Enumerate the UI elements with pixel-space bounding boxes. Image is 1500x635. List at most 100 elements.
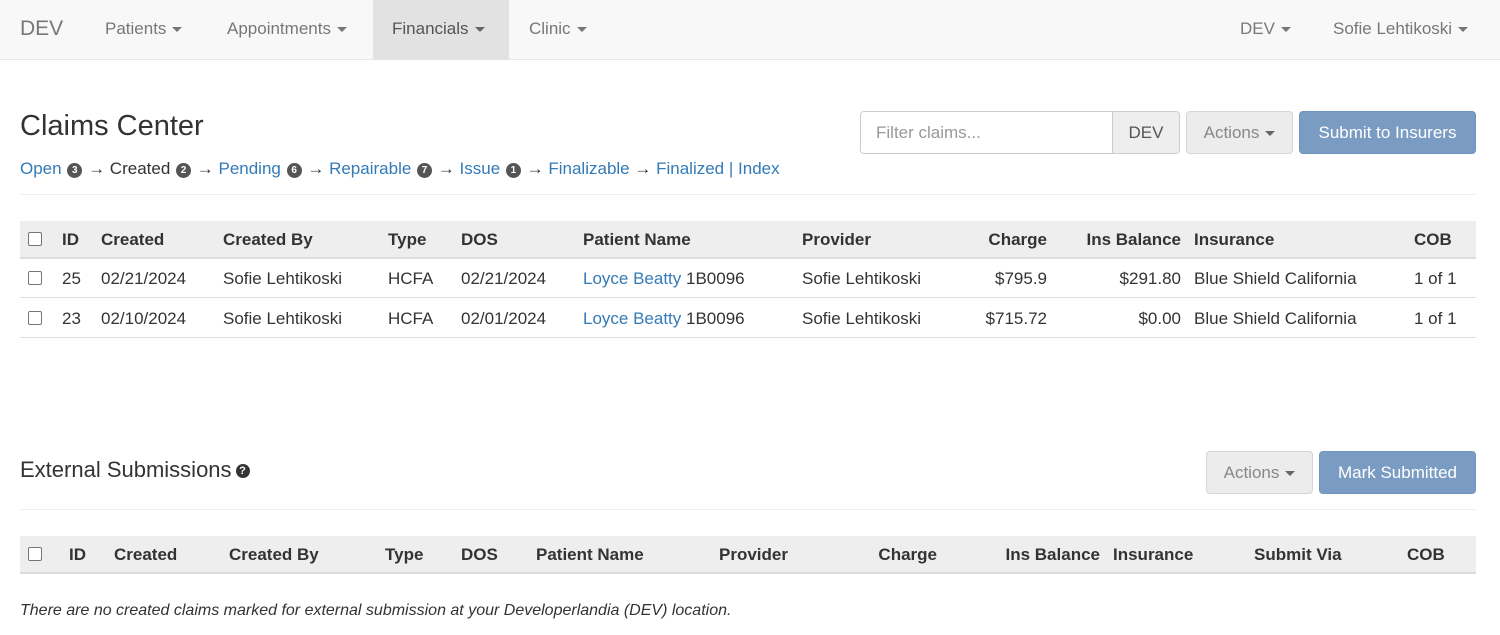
row-checkbox[interactable] xyxy=(28,311,42,325)
pipeline-finalizable-link[interactable]: Finalizable xyxy=(548,159,629,178)
select-all-checkbox[interactable] xyxy=(28,547,42,561)
submit-to-insurers-button[interactable]: Submit to Insurers xyxy=(1299,111,1476,154)
patient-cell: Loyce Beatty 1B0096 xyxy=(583,299,745,338)
external-table-header: ID Created Created By Type DOS Patient N… xyxy=(20,536,1476,574)
ins-balance: $291.80 xyxy=(1119,269,1181,288)
created-by: Sofie Lehtikoski xyxy=(223,309,343,328)
pipeline-index-link[interactable]: Index xyxy=(738,159,780,178)
col-dos: DOS xyxy=(461,230,498,249)
col-id: ID xyxy=(62,230,79,249)
pipeline-pending-link[interactable]: Pending xyxy=(218,159,280,178)
external-actions-label: Actions xyxy=(1223,463,1280,482)
dos-link[interactable]: 02/01/2024 xyxy=(461,299,546,338)
nav-clinic-menu[interactable]: Clinic xyxy=(529,0,587,60)
col-patient-name: Patient Name xyxy=(536,545,644,564)
filter-claims-input[interactable] xyxy=(861,112,1112,153)
select-all-checkbox[interactable] xyxy=(28,232,42,246)
pipeline-separator: | xyxy=(728,159,734,178)
external-submissions-label: External Submissions xyxy=(20,457,232,482)
provider: Sofie Lehtikoski xyxy=(802,309,922,328)
arrow-icon: → xyxy=(88,159,106,178)
pipeline-issue-link[interactable]: Issue xyxy=(460,159,501,178)
provider: Sofie Lehtikoski xyxy=(802,269,922,288)
claims-table-header: ID Created Created By Type DOS Patient N… xyxy=(20,221,1476,259)
claim-type: HCFA xyxy=(388,309,434,328)
patient-name-link[interactable]: Loyce Beatty xyxy=(583,269,681,288)
external-actions-button[interactable]: Actions xyxy=(1206,451,1313,494)
open-count-badge: 3 xyxy=(67,163,83,178)
created-count-badge: 2 xyxy=(176,163,192,178)
col-type: Type xyxy=(388,230,427,249)
chevron-down-icon xyxy=(576,27,587,33)
mark-submitted-button[interactable]: Mark Submitted xyxy=(1319,451,1476,494)
col-provider: Provider xyxy=(802,230,871,249)
pipeline-finalized-link[interactable]: Finalized xyxy=(656,159,724,178)
nav-patients-menu[interactable]: Patients xyxy=(105,0,183,60)
empty-state-message: There are no created claims marked for e… xyxy=(20,602,732,619)
col-cob: COB xyxy=(1407,545,1445,564)
table-row: 23 02/10/2024 Sofie Lehtikoski HCFA 02/0… xyxy=(20,299,1476,338)
charge: $795.9 xyxy=(995,269,1047,288)
col-created: Created xyxy=(114,545,178,564)
divider xyxy=(20,194,1476,195)
issue-count-badge: 1 xyxy=(505,163,521,178)
external-submissions-title: External Submissions? xyxy=(20,457,250,483)
pipeline-repairable-link[interactable]: Repairable xyxy=(329,159,411,178)
claim-id-link[interactable]: 25 xyxy=(62,259,81,298)
patient-cell: Loyce Beatty 1B0096 xyxy=(583,259,745,298)
chevron-down-icon xyxy=(1280,27,1291,33)
col-charge: Charge xyxy=(878,545,937,564)
col-submit-via: Submit Via xyxy=(1254,545,1342,564)
arrow-icon: → xyxy=(634,159,652,178)
nav-location-menu[interactable]: DEV xyxy=(1240,0,1291,60)
col-created: Created xyxy=(101,230,165,249)
nav-clinic-label: Clinic xyxy=(529,19,571,38)
col-ins-balance: Ins Balance xyxy=(1086,230,1182,249)
pipeline-created-current: Created xyxy=(109,159,171,178)
col-created-by: Created By xyxy=(223,230,313,249)
patient-name-link[interactable]: Loyce Beatty xyxy=(583,309,681,328)
ins-balance: $0.00 xyxy=(1138,309,1181,328)
nav-financials-label: Financials xyxy=(392,19,469,38)
table-row: 25 02/21/2024 Sofie Lehtikoski HCFA 02/2… xyxy=(20,259,1476,298)
col-type: Type xyxy=(385,545,424,564)
pending-count-badge: 6 xyxy=(286,163,302,178)
charge: $715.72 xyxy=(985,309,1047,328)
chevron-down-icon xyxy=(1285,471,1296,477)
col-created-by: Created By xyxy=(229,545,319,564)
row-checkbox[interactable] xyxy=(28,271,42,285)
dos-link[interactable]: 02/21/2024 xyxy=(461,259,546,298)
arrow-icon: → xyxy=(307,159,325,178)
col-ins-balance: Ins Balance xyxy=(1005,545,1101,564)
arrow-icon: → xyxy=(526,159,544,178)
arrow-icon: → xyxy=(196,159,214,178)
col-provider: Provider xyxy=(719,545,788,564)
col-patient-name: Patient Name xyxy=(583,230,691,249)
nav-location-label: DEV xyxy=(1240,19,1275,38)
nav-user-menu[interactable]: Sofie Lehtikoski xyxy=(1333,0,1469,60)
repairable-count-badge: 7 xyxy=(417,163,433,178)
help-icon[interactable]: ? xyxy=(235,464,250,478)
chevron-down-icon xyxy=(1458,27,1469,33)
cob: 1 of 1 xyxy=(1414,309,1457,328)
chevron-down-icon xyxy=(336,27,347,33)
chevron-down-icon xyxy=(474,27,485,33)
patient-code: 1B0096 xyxy=(686,269,745,288)
cob: 1 of 1 xyxy=(1414,269,1457,288)
claim-type: HCFA xyxy=(388,269,434,288)
insurance: Blue Shield California xyxy=(1194,269,1357,288)
col-insurance: Insurance xyxy=(1194,230,1275,249)
nav-patients-label: Patients xyxy=(105,19,167,38)
patient-code: 1B0096 xyxy=(686,309,745,328)
nav-financials-menu[interactable]: Financials xyxy=(373,0,509,60)
navbar-brand[interactable]: DEV xyxy=(20,0,63,60)
nav-appointments-menu[interactable]: Appointments xyxy=(227,0,347,60)
col-insurance: Insurance xyxy=(1113,545,1194,564)
created-by: Sofie Lehtikoski xyxy=(223,269,343,288)
nav-appointments-label: Appointments xyxy=(227,19,331,38)
arrow-icon: → xyxy=(437,159,455,178)
pipeline-open-link[interactable]: Open xyxy=(20,159,62,178)
claims-actions-button[interactable]: Actions xyxy=(1186,111,1293,154)
chevron-down-icon xyxy=(172,27,183,33)
claim-id-link[interactable]: 23 xyxy=(62,299,81,338)
